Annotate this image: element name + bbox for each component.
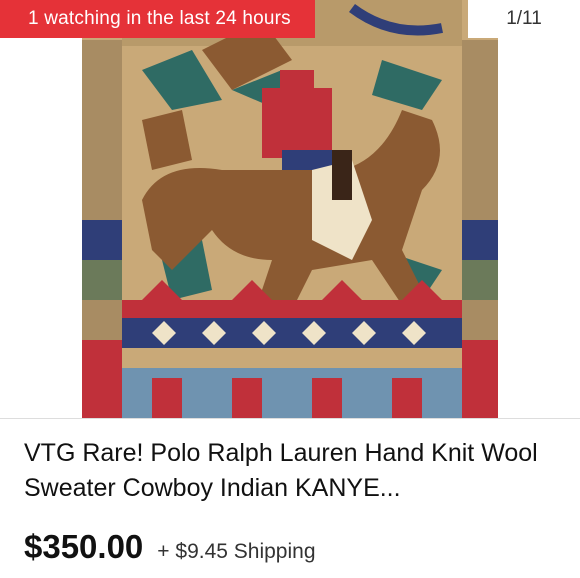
- watching-badge: 1 watching in the last 24 hours: [0, 0, 315, 38]
- product-image-gallery[interactable]: 1 watching in the last 24 hours 1/11: [0, 0, 580, 418]
- listing-page: 1 watching in the last 24 hours 1/11 VTG…: [0, 0, 580, 578]
- shipping-cost: + $9.45 Shipping: [157, 540, 316, 563]
- divider: [0, 418, 580, 419]
- image-counter: 1/11: [468, 0, 580, 38]
- price: $350.00: [24, 528, 144, 565]
- listing-title[interactable]: VTG Rare! Polo Ralph Lauren Hand Knit Wo…: [24, 436, 564, 506]
- price-row: $350.00 + $9.45 Shipping: [24, 528, 316, 572]
- product-photo[interactable]: [82, 0, 498, 418]
